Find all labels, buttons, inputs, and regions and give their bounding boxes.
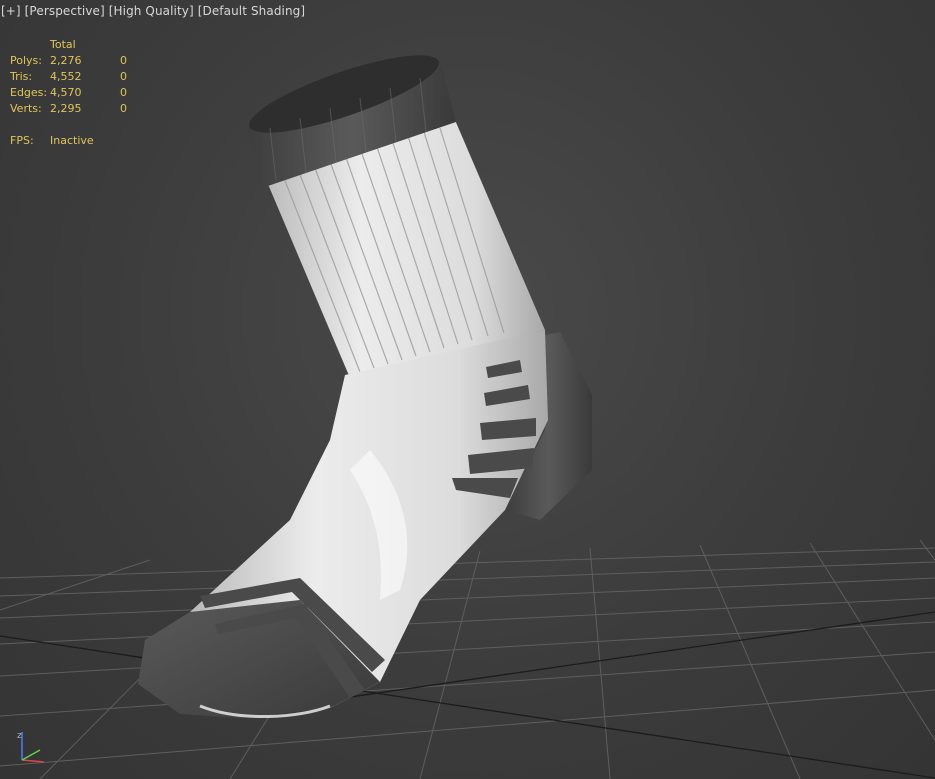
viewport-perspective[interactable]: [+] [Perspective] [High Quality] [Defaul… — [0, 0, 935, 779]
viewport-menu-point-of-view[interactable]: [Perspective] — [25, 4, 105, 18]
ground-grid — [0, 539, 935, 779]
sock-model — [138, 55, 592, 718]
stats-label: Polys: — [10, 54, 42, 67]
stats-total: 4,552 — [50, 70, 82, 83]
stats-total: 2,276 — [50, 54, 82, 67]
viewport-label: [+] [Perspective] [High Quality] [Defaul… — [1, 4, 305, 18]
viewport-menu-plus[interactable]: [+] — [1, 4, 21, 18]
fps-value: Inactive — [50, 134, 94, 147]
fps-label: FPS: — [10, 134, 34, 147]
stats-selected: 0 — [120, 54, 127, 67]
viewport-menu-shading[interactable]: [Default Shading] — [198, 4, 305, 18]
stats-label: Edges: — [10, 86, 48, 99]
stats-selected: 0 — [120, 86, 127, 99]
z-axis-label: z — [17, 731, 22, 741]
stats-total: 2,295 — [50, 102, 82, 115]
axis-tripod-icon: z — [17, 731, 45, 763]
viewport-menu-quality[interactable]: [High Quality] — [109, 4, 194, 18]
stats-selected: 0 — [120, 102, 127, 115]
scene-render — [0, 55, 935, 779]
stats-label: Tris: — [10, 70, 33, 83]
stats-selected: 0 — [120, 70, 127, 83]
stats-header-total: Total — [50, 38, 76, 51]
stats-label: Verts: — [10, 102, 42, 115]
stats-total: 4,570 — [50, 86, 82, 99]
